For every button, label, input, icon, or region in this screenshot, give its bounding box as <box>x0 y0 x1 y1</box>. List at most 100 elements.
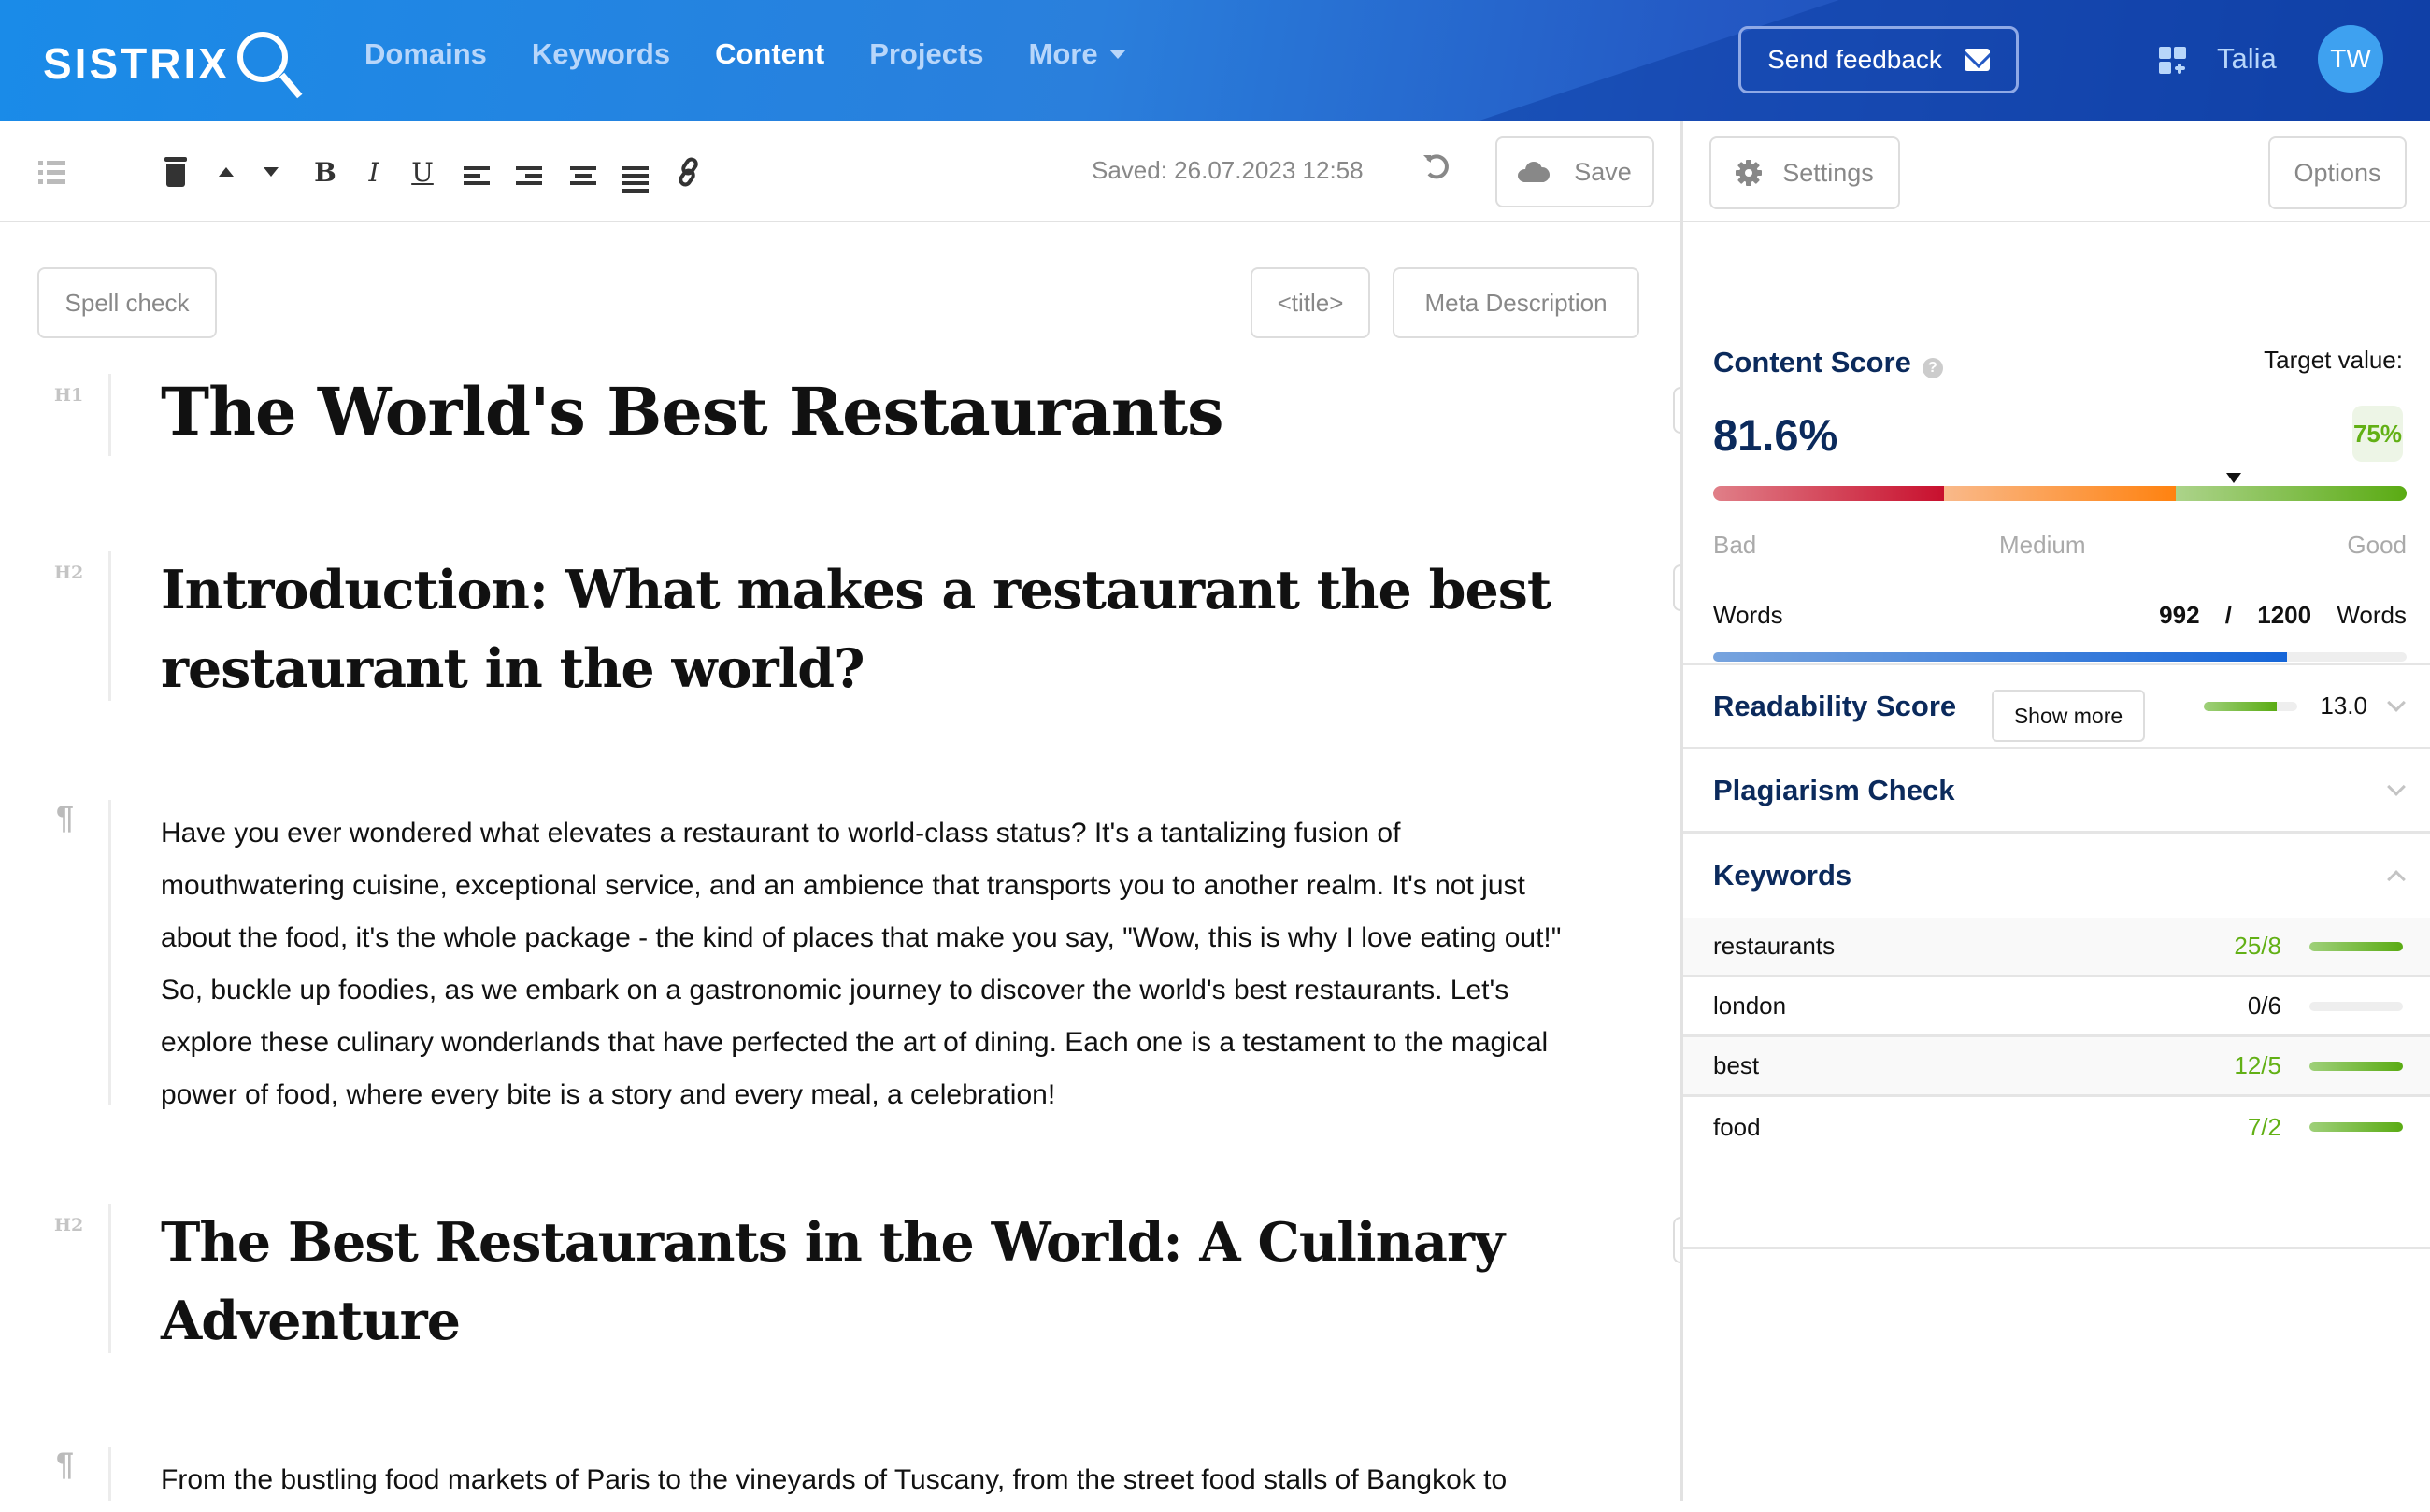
spell-check-button[interactable]: Spell check <box>37 267 217 338</box>
keyword-name: food <box>1713 1112 1761 1141</box>
meta-description-button[interactable]: Meta Description <box>1393 267 1639 338</box>
keyword-list: restaurants 25/8 london 0/6 best 12/5 fo… <box>1683 918 2430 1157</box>
italic-icon[interactable]: I <box>363 157 385 188</box>
content-score-title: Content Score <box>1713 346 1911 378</box>
readability-progress <box>2204 701 2298 711</box>
editor-canvas[interactable]: Spell check <title> Meta Description H1 … <box>0 222 1682 1501</box>
h1-text[interactable]: The World's Best Restaurants <box>161 370 1619 454</box>
readability-value: 13.0 <box>2320 692 2367 720</box>
scale-bad-segment <box>1713 486 1945 501</box>
keyword-name: london <box>1713 991 1787 1020</box>
words-unit: Words <box>2337 601 2407 629</box>
paragraph-mark-icon: ¶ <box>56 800 74 835</box>
keywords-accordion[interactable]: Keywords <box>1683 834 2430 918</box>
paragraph-text[interactable]: Have you ever wondered what elevates a r… <box>161 807 1581 1121</box>
keyword-row[interactable]: london 0/6 <box>1683 977 2430 1037</box>
nav-keywords[interactable]: Keywords <box>532 37 670 71</box>
content-score-value: 81.6% <box>1713 410 1838 460</box>
content-score-scale <box>1713 486 2407 501</box>
plagiarism-title: Plagiarism Check <box>1713 773 1955 806</box>
keyword-count: 12/5 <box>2234 1051 2281 1079</box>
nav-projects[interactable]: Projects <box>869 37 983 71</box>
align-left-icon[interactable] <box>464 163 490 193</box>
paragraph-block[interactable]: ¶ From the bustling food markets of Pari… <box>0 1447 1680 1512</box>
keyword-count: 0/6 <box>2247 991 2281 1020</box>
block-rule <box>108 551 111 701</box>
paragraph-text[interactable]: From the bustling food markets of Paris … <box>161 1454 1656 1506</box>
nav-label: Content <box>715 37 825 70</box>
block-rule <box>108 1447 111 1501</box>
nav-label: Domains <box>364 37 487 70</box>
keyword-row[interactable]: food 7/2 <box>1683 1097 2430 1157</box>
bold-icon[interactable]: B <box>314 157 336 188</box>
chevron-down-icon <box>2387 777 2406 796</box>
user-name[interactable]: Talia <box>2217 42 2277 76</box>
keyword-progress-fill <box>2309 1122 2403 1132</box>
top-nav-bar: SISTRIX Domains Keywords Content Project… <box>0 0 2430 121</box>
caret-down-icon <box>1108 50 1126 59</box>
scale-good-segment <box>2175 486 2407 501</box>
keyword-name: restaurants <box>1713 932 1836 960</box>
link-icon[interactable] <box>675 157 703 187</box>
avatar[interactable]: TW <box>2318 25 2383 93</box>
target-value-label: Target value: <box>2264 346 2403 374</box>
plagiarism-check-accordion[interactable]: Plagiarism Check <box>1683 749 2430 834</box>
block-rule <box>108 800 111 1105</box>
keyword-progress <box>2309 1061 2403 1071</box>
keyword-progress <box>2309 1122 2403 1132</box>
word-count-row: Words 992 / 1200 Words <box>1713 601 2407 630</box>
score-marker-icon <box>2225 473 2241 483</box>
apps-grid-icon[interactable] <box>2159 47 2187 75</box>
words-target: 1200 <box>2257 601 2312 629</box>
delete-icon[interactable] <box>164 157 187 187</box>
move-down-icon[interactable] <box>262 157 280 187</box>
keyword-name: best <box>1713 1051 1760 1079</box>
nav-domains[interactable]: Domains <box>364 37 487 71</box>
save-button[interactable]: Save <box>1495 136 1654 207</box>
align-center-icon[interactable] <box>570 163 596 193</box>
heading-2-block[interactable]: H2 Introduction: What makes a restaurant… <box>0 551 1680 703</box>
move-up-icon[interactable] <box>217 157 236 187</box>
sidebar-divider <box>1683 1247 2430 1249</box>
h2-text[interactable]: The Best Restaurants in the World: A Cul… <box>161 1204 1525 1361</box>
feedback-label: Send feedback <box>1767 45 1942 74</box>
align-justify-icon[interactable] <box>622 163 649 193</box>
align-right-icon[interactable] <box>516 163 542 193</box>
underline-icon[interactable]: U <box>409 157 436 188</box>
word-count-fill <box>1713 652 2287 662</box>
sidebar-toolbar: Settings Options <box>1683 121 2430 222</box>
saved-timestamp: Saved: 26.07.2023 12:58 <box>1092 156 1364 184</box>
outline-list-icon[interactable] <box>37 157 65 187</box>
target-value-badge: 75% <box>2352 406 2403 462</box>
envelope-icon <box>1964 49 1990 71</box>
readability-score-accordion[interactable]: Readability Score 13.0 <box>1683 665 2430 749</box>
keyword-progress-fill <box>2309 941 2403 951</box>
scale-medium-segment <box>1944 486 2176 501</box>
settings-button[interactable]: Settings <box>1709 136 1900 209</box>
keyword-progress <box>2309 1001 2403 1011</box>
nav-content[interactable]: Content <box>715 37 824 71</box>
words-current: 992 <box>2159 601 2200 629</box>
keyword-count: 25/8 <box>2234 932 2281 960</box>
cloud-icon <box>1518 162 1551 182</box>
send-feedback-button[interactable]: Send feedback <box>1738 26 2019 93</box>
word-count-progress <box>1713 652 2407 662</box>
block-type-label: H1 <box>54 385 84 406</box>
heading-1-block[interactable]: H1 The World's Best Restaurants <box>0 373 1680 458</box>
word-count-value: 992 / 1200 Words <box>2159 601 2407 630</box>
help-icon[interactable]: ? <box>1922 357 1943 378</box>
options-button[interactable]: Options <box>2268 136 2407 209</box>
words-separator: / <box>2224 601 2233 629</box>
keyword-row[interactable]: restaurants 25/8 <box>1683 918 2430 977</box>
title-tag-button[interactable]: <title> <box>1251 267 1370 338</box>
nav-label: More <box>1028 37 1098 70</box>
keyword-row[interactable]: best 12/5 <box>1683 1037 2430 1097</box>
nav-more[interactable]: More <box>1029 37 1126 71</box>
sistrix-logo[interactable]: SISTRIX <box>43 28 303 99</box>
h2-text[interactable]: Introduction: What makes a restaurant th… <box>161 551 1563 708</box>
heading-2-block[interactable]: H2 The Best Restaurants in the World: A … <box>0 1204 1680 1355</box>
nav-label: Keywords <box>531 37 671 70</box>
undo-icon[interactable] <box>1421 151 1451 181</box>
scale-label-medium: Medium <box>1999 531 2086 559</box>
paragraph-block[interactable]: ¶ Have you ever wondered what elevates a… <box>0 800 1680 1110</box>
